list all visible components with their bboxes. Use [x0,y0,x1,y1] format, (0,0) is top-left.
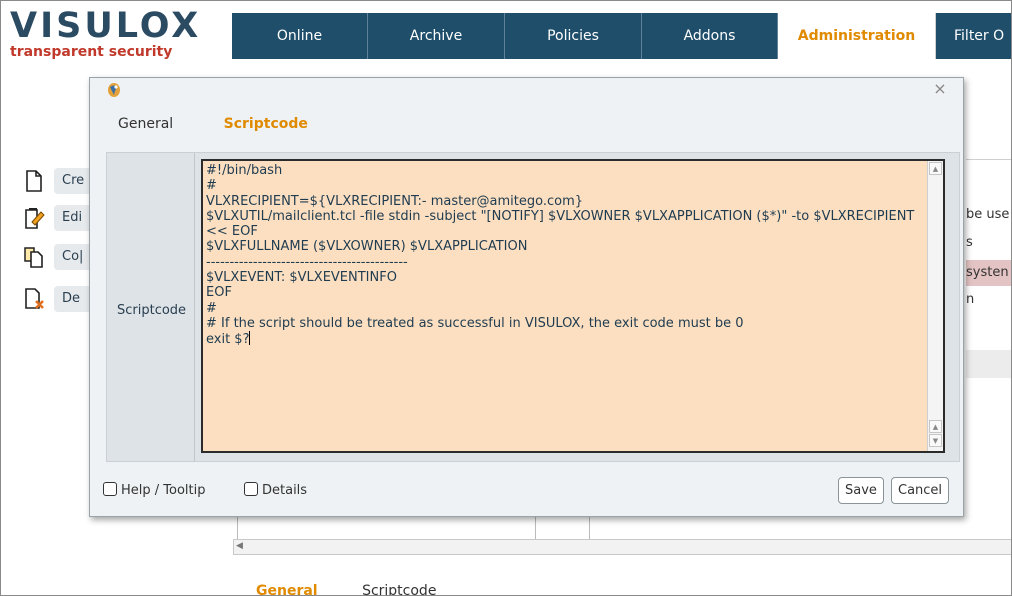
script-dialog: × General Scriptcode Scriptcode #!/bin/b… [89,77,964,517]
checkbox-box[interactable] [103,482,117,496]
bottom-tab-scriptcode[interactable]: Scriptcode [362,583,436,595]
logo-tagline: transparent security [10,44,173,60]
checkbox-box[interactable] [244,482,258,496]
save-button[interactable]: Save [838,477,884,504]
tab-addons[interactable]: Addons [642,13,778,59]
table-divider [535,517,536,539]
code-text[interactable]: #!/bin/bash # VLXRECIPIENT=${VLXRECIPIEN… [206,163,919,347]
tab-filter[interactable]: Filter O [936,13,1011,59]
scroll-up-icon[interactable]: ▲ [929,162,942,175]
cancel-button[interactable]: Cancel [891,477,950,504]
copy-document-icon [24,247,43,268]
tab-administration[interactable]: Administration [778,13,936,59]
bottom-tabs: General Scriptcode [256,583,436,595]
app-logo-icon [108,83,120,97]
app-window: VISULOX transparent security Online Arch… [0,0,1012,596]
scriptcode-field-label: Scriptcode [117,303,187,318]
dialog-tabs: General Scriptcode [118,116,308,132]
list-item[interactable] [966,350,1011,378]
dialog-titlebar[interactable]: × [90,78,963,106]
list-item[interactable]: be use [966,202,1011,228]
list-divider [966,159,1011,160]
list-item[interactable]: n [966,287,1011,313]
table-divider [589,517,590,539]
tab-scriptcode[interactable]: Scriptcode [224,116,308,132]
tab-policies[interactable]: Policies [505,13,642,59]
list-item-selected[interactable]: systen [966,260,1011,286]
scriptcode-panel: Scriptcode #!/bin/bash # VLXRECIPIENT=${… [106,152,960,462]
top-navigation: Online Archive Policies Addons Administr… [232,13,1011,59]
tab-online[interactable]: Online [232,13,368,59]
list-item[interactable]: s [966,230,1011,256]
delete-document-icon [25,288,44,309]
logo-name: VISULOX [10,6,202,46]
details-checkbox[interactable]: Details [244,482,307,500]
tab-archive[interactable]: Archive [368,13,505,59]
help-tooltip-checkbox[interactable]: Help / Tooltip [103,482,206,500]
dialog-footer: Help / Tooltip Details Save Cancel [90,468,963,514]
label-divider [194,153,195,461]
scriptcode-editor[interactable]: #!/bin/bash # VLXRECIPIENT=${VLXRECIPIEN… [201,159,945,453]
new-document-icon [26,170,42,192]
scroll-left-icon[interactable]: ◀ [236,541,243,551]
close-icon[interactable]: × [933,81,947,97]
editor-vertical-scrollbar[interactable]: ▲ ▲ ▼ [927,161,943,451]
text-caret [249,331,251,346]
help-tooltip-label: Help / Tooltip [121,483,206,498]
logo: VISULOX transparent security [10,7,201,60]
scroll-up-lower-icon[interactable]: ▲ [929,420,942,433]
tab-general[interactable]: General [118,116,173,132]
bottom-tab-general[interactable]: General [256,583,318,595]
table-divider [237,517,238,539]
details-label: Details [262,483,308,498]
scroll-down-icon[interactable]: ▼ [929,434,942,447]
edit-document-icon [25,208,45,229]
horizontal-scrollbar[interactable]: ◀ [233,539,1011,555]
